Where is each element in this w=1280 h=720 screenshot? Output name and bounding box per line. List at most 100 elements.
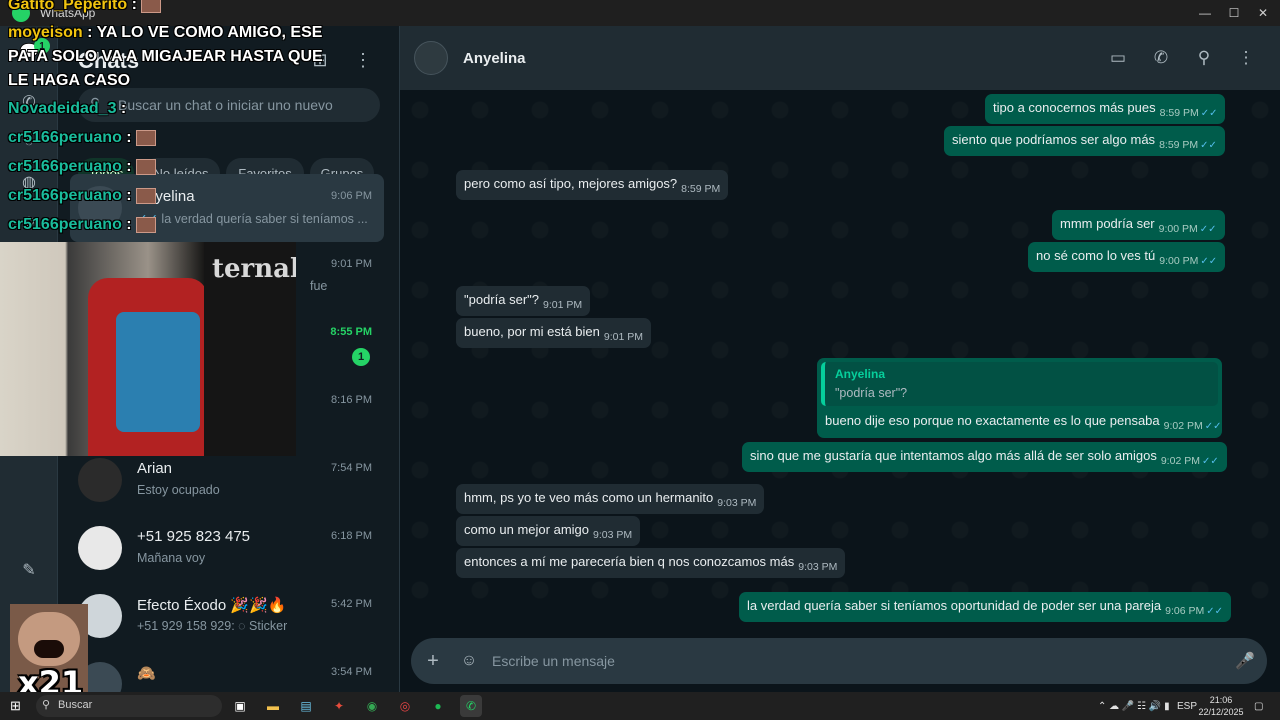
double-check-icon: ✓✓ xyxy=(1200,108,1218,119)
microphone-icon[interactable]: 🎤 xyxy=(1233,649,1257,673)
notepad-icon[interactable]: ▤ xyxy=(295,695,317,717)
chat-preview: ✓✓ la verdad quería saber si teníamos ..… xyxy=(137,212,367,226)
menu-icon[interactable]: ⋮ xyxy=(351,48,375,72)
chat-time: 5:42 PM xyxy=(331,598,372,610)
message-composer: + ☺ Escribe un mensaje 🎤 xyxy=(400,632,1280,692)
taskbar: ⊞ ⚲ Buscar ▣ ▬ ▤ ✦ ◉ ◎ ● ✆ ⌃ ☁ 🎤 ☷ 🔊 ▮ E… xyxy=(0,692,1280,720)
contact-avatar[interactable] xyxy=(414,41,448,75)
double-check-icon: ✓✓ xyxy=(1206,606,1223,617)
message-outgoing[interactable]: no sé como lo ves tú 9:00 PM ✓✓ xyxy=(1028,242,1226,272)
chat-name: Arian xyxy=(137,460,173,477)
attach-icon[interactable]: + xyxy=(421,649,445,673)
meta-ai-icon[interactable]: ✎ xyxy=(17,558,41,582)
double-check-icon: ✓✓ xyxy=(137,212,162,226)
sticker-icon[interactable]: ☺ xyxy=(457,649,481,673)
message-outgoing[interactable]: la verdad quería saber si teníamos oport… xyxy=(739,592,1231,622)
chat-item[interactable]: Arian Estoy ocupado 7:54 PM xyxy=(70,446,384,514)
obs-icon[interactable]: ◎ xyxy=(394,695,416,717)
language-indicator[interactable]: ESP xyxy=(1177,692,1197,720)
double-check-icon: ✓✓ xyxy=(1200,140,1217,151)
chat-time: 9:01 PM xyxy=(331,258,372,270)
double-check-icon: ✓✓ xyxy=(1199,224,1217,235)
task-view-icon[interactable]: ▣ xyxy=(229,695,251,717)
quoted-text: "podría ser"? xyxy=(835,386,908,400)
new-chat-icon[interactable]: ⊞ xyxy=(308,48,332,72)
chat-time: 8:16 PM xyxy=(331,394,372,406)
file-explorer-icon[interactable]: ▬ xyxy=(262,695,284,717)
double-check-icon: ✓✓ xyxy=(1201,456,1219,467)
message-outgoing[interactable]: mmm podría ser 9:00 PM ✓✓ xyxy=(1052,210,1225,240)
menu-icon[interactable]: ⋮ xyxy=(1234,46,1258,70)
search-input[interactable]: ⚲ Buscar un chat o iniciar uno nuevo xyxy=(78,88,380,122)
chat-preview: Mañana voy xyxy=(137,551,206,565)
message-incoming[interactable]: hmm, ps yo te veo más como un hermanito 9… xyxy=(456,484,765,514)
search-icon: ⚲ xyxy=(90,95,101,111)
system-tray-icons[interactable]: ⌃ ☁ 🎤 ☷ 🔊 ▮ xyxy=(1098,692,1170,720)
chrome-icon[interactable]: ◉ xyxy=(361,695,383,717)
chat-name: Efecto Éxodo 🎉🎉🔥 xyxy=(137,597,287,614)
chat-item[interactable]: 🙈 3:54 PM xyxy=(70,650,384,692)
notifications-icon[interactable]: ▢ xyxy=(1254,692,1263,720)
taskbar-search-label: Buscar xyxy=(58,699,93,711)
whatsapp-logo-icon xyxy=(12,4,30,22)
chat-item[interactable]: +51 925 823 475 Mañana voy 6:18 PM xyxy=(70,514,384,582)
message-incoming[interactable]: entonces a mí me parecería bien q nos co… xyxy=(456,548,846,578)
chat-time: 8:55 PM xyxy=(330,326,372,338)
clock[interactable]: 21:06 22/12/2025 xyxy=(1198,694,1244,718)
double-check-icon: ✓✓ xyxy=(1200,256,1218,267)
search-icon[interactable]: ⚲ xyxy=(1192,46,1216,70)
message-outgoing[interactable]: sino que me gustaría que intentamos algo… xyxy=(742,442,1227,472)
video-call-icon[interactable]: ▭ xyxy=(1106,46,1130,70)
meme-overlay: x21 xyxy=(10,604,88,702)
whatsapp-taskbar-icon[interactable]: ✆ xyxy=(460,695,482,717)
channels-icon[interactable]: ◍ xyxy=(17,170,41,194)
chat-preview: Estoy ocupado xyxy=(137,483,220,497)
message-outgoing[interactable]: siento que podríamos ser algo más 8:59 PM… xyxy=(944,126,1225,156)
chat-time: 3:54 PM xyxy=(331,666,372,678)
chat-preview: fue xyxy=(310,279,328,293)
avatar xyxy=(78,526,122,570)
search-icon: ⚲ xyxy=(42,699,51,711)
message-outgoing-reply[interactable]: Anyelina "podría ser"? bueno dije eso po… xyxy=(817,358,1222,438)
clock-time: 21:06 xyxy=(1209,695,1233,705)
chat-name: 🙈 xyxy=(137,665,156,682)
chat-time: 9:06 PM xyxy=(331,190,372,202)
taskbar-search[interactable]: ⚲ Buscar xyxy=(36,695,222,717)
conversation-panel: Anyelina ▭ ✆ ⚲ ⋮ tipo a conocernos más p… xyxy=(400,26,1280,692)
chat-preview: +51 929 158 929: ◌ Sticker xyxy=(137,619,288,633)
calls-icon[interactable]: ✆ xyxy=(17,90,41,114)
avatar xyxy=(78,186,122,230)
whatsapp-window: WhatsApp — ☐ ✕ 💬 1 ✆ ◌ ◍ ☺ ✎ Chats ⊞ ⋮ ⚲… xyxy=(0,0,1280,702)
message-area: tipo a conocernos más pues 8:59 PM ✓✓ sien… xyxy=(400,90,1280,632)
quoted-message[interactable]: Anyelina "podría ser"? xyxy=(821,362,1218,406)
chat-item[interactable]: Anyelina ✓✓ la verdad quería saber si te… xyxy=(70,174,384,242)
message-incoming[interactable]: pero como así tipo, mejores amigos? 8:59 … xyxy=(456,170,729,200)
chat-name: +51 925 823 475 xyxy=(137,528,251,545)
title-bar: WhatsApp — ☐ ✕ xyxy=(0,0,1280,26)
app-icon[interactable]: ✦ xyxy=(328,695,350,717)
chat-name: Anyelina xyxy=(137,188,195,205)
spotify-icon[interactable]: ● xyxy=(427,695,449,717)
conversation-header[interactable]: Anyelina ▭ ✆ ⚲ ⋮ xyxy=(400,26,1280,90)
message-incoming[interactable]: "podría ser"? 9:01 PM xyxy=(456,286,591,316)
message-incoming[interactable]: bueno, por mi está bien 9:01 PM xyxy=(456,318,651,348)
webcam-overlay: ternal xyxy=(0,242,296,456)
windows-start-icon[interactable]: ⊞ xyxy=(10,699,24,713)
communities-icon[interactable]: ☺ xyxy=(17,210,41,234)
status-icon[interactable]: ◌ xyxy=(17,130,41,154)
unread-badge: 1 xyxy=(352,348,370,366)
avatar xyxy=(78,458,122,502)
chats-unread-badge: 1 xyxy=(34,38,50,54)
laughing-mouth xyxy=(34,640,64,658)
reply-text: bueno dije eso porque no exactamente es … xyxy=(825,413,1222,432)
voice-call-icon[interactable]: ✆ xyxy=(1149,46,1173,70)
message-incoming[interactable]: como un mejor amigo 9:03 PM xyxy=(456,516,641,546)
chat-time: 6:18 PM xyxy=(331,530,372,542)
double-check-icon: ✓✓ xyxy=(1204,421,1222,432)
window-title: WhatsApp xyxy=(40,6,96,20)
chat-item[interactable]: Efecto Éxodo 🎉🎉🔥 +51 929 158 929: ◌ Stic… xyxy=(70,582,384,650)
message-input[interactable]: Escribe un mensaje xyxy=(492,653,615,669)
message-outgoing[interactable]: tipo a conocernos más pues 8:59 PM ✓✓ xyxy=(985,94,1226,124)
close-button[interactable]: ✕ xyxy=(1246,0,1280,26)
contact-name[interactable]: Anyelina xyxy=(463,50,526,67)
